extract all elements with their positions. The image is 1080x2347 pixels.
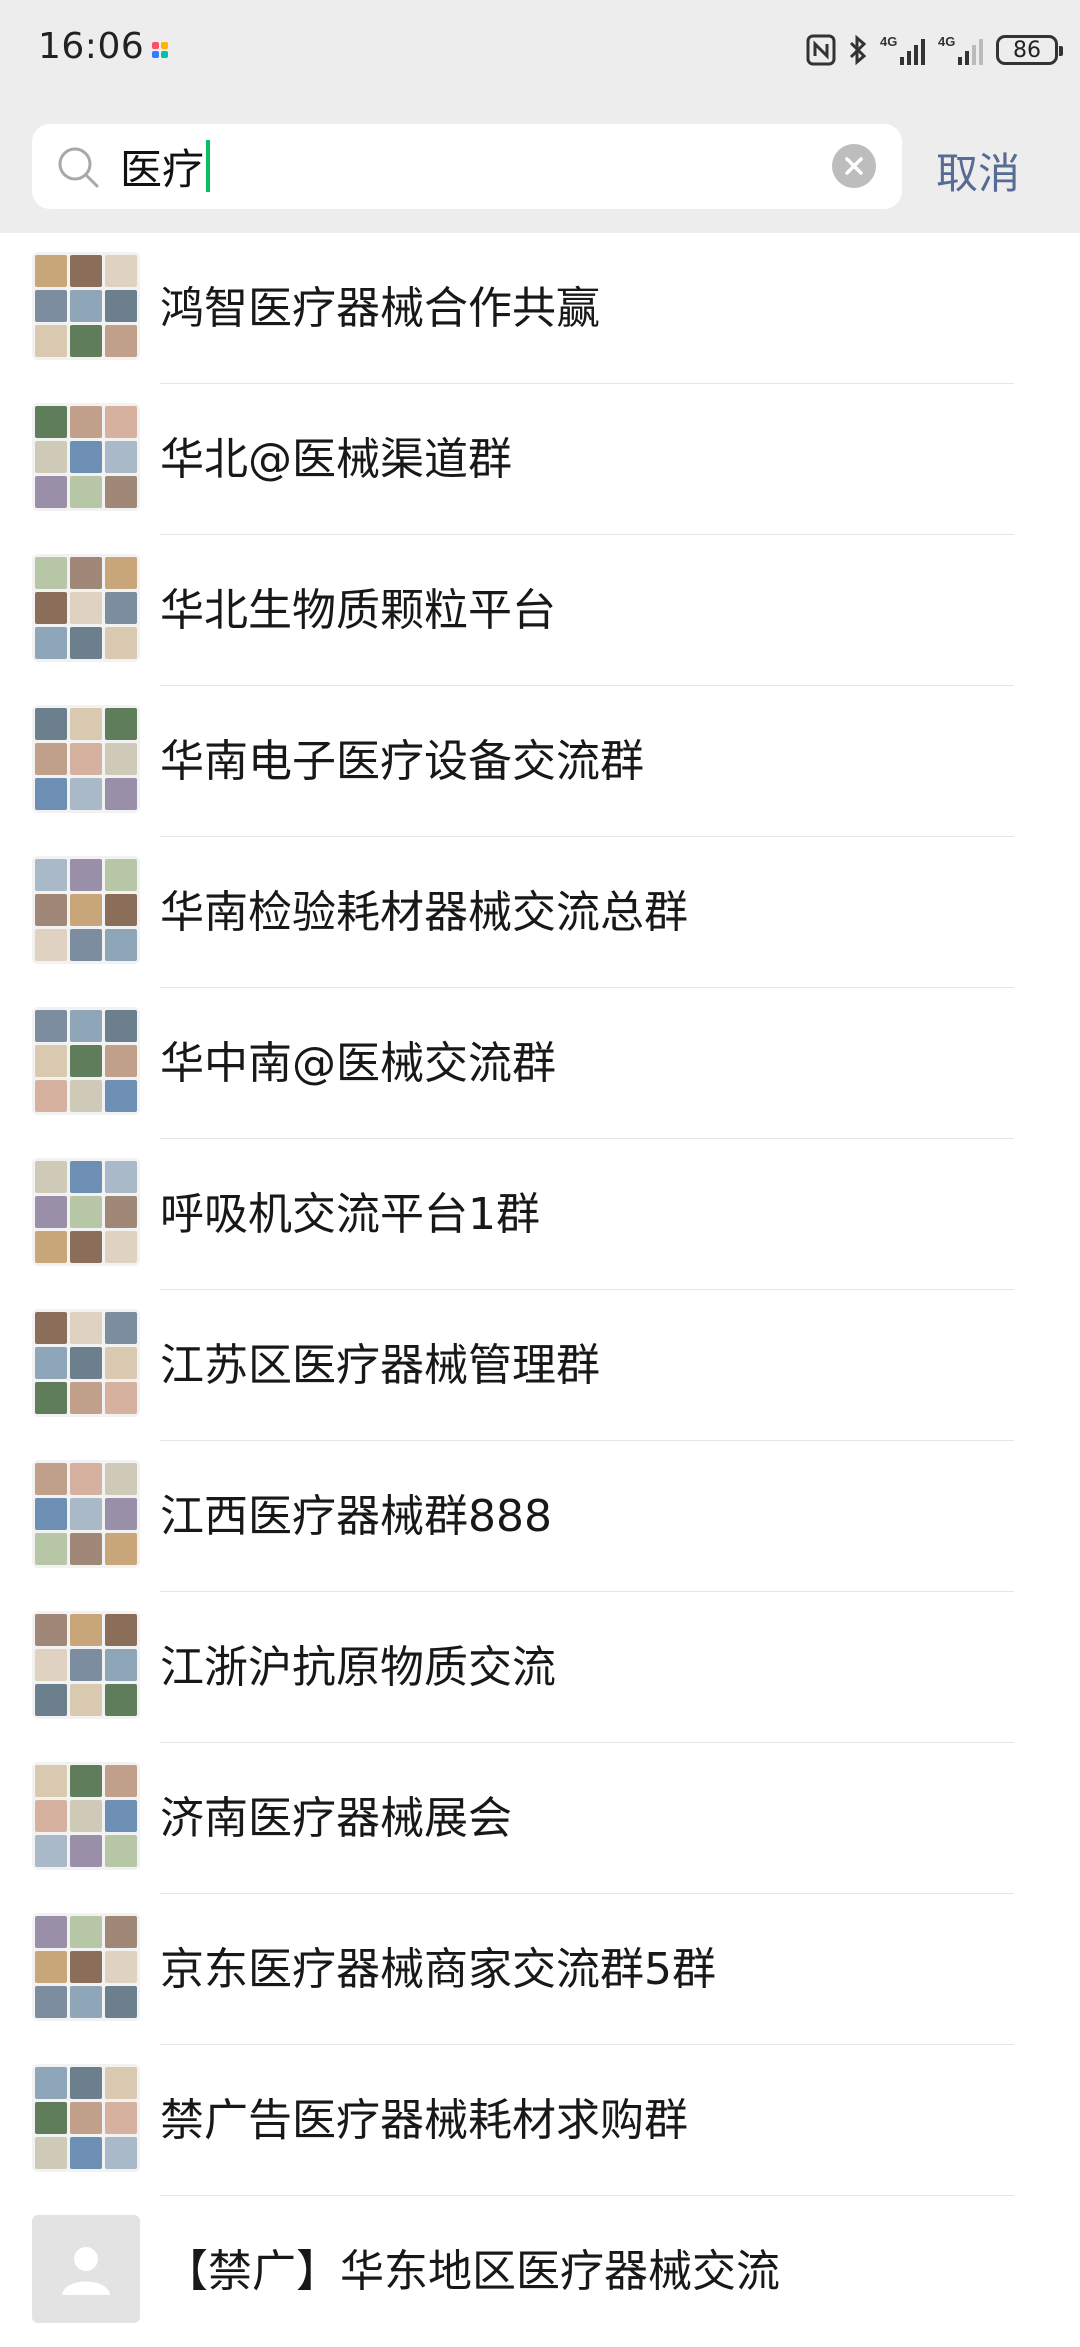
result-name: 华南电子医疗设备交流群 <box>160 736 644 787</box>
search-result-row[interactable]: 华北生物质颗粒平台 <box>0 535 1080 686</box>
group-avatar <box>32 1913 140 2021</box>
result-name: 禁广告医疗器械耗材求购群 <box>160 2095 688 2146</box>
search-query: 医疗 <box>120 144 205 194</box>
bluetooth-icon <box>848 30 868 70</box>
app-notification-icon <box>152 42 168 58</box>
search-result-row[interactable]: 【禁广】华东地区医疗器械交流 <box>0 2196 1080 2347</box>
group-avatar <box>32 554 140 662</box>
group-avatar <box>32 1158 140 1266</box>
group-avatar <box>32 705 140 813</box>
result-name: 华北生物质颗粒平台 <box>160 585 556 636</box>
nfc-icon <box>806 30 836 70</box>
result-name: 呼吸机交流平台1群 <box>160 1189 540 1240</box>
group-avatar <box>32 1762 140 1870</box>
search-result-row[interactable]: 江西医疗器械群888 <box>0 1441 1080 1592</box>
result-name: 济南医疗器械展会 <box>160 1793 512 1844</box>
search-result-row[interactable]: 鸿智医疗器械合作共赢 <box>0 233 1080 384</box>
cancel-button[interactable]: 取消 <box>936 140 1020 201</box>
search-result-row[interactable]: 禁广告医疗器械耗材求购群 <box>0 2045 1080 2196</box>
clear-search-icon[interactable] <box>832 144 876 188</box>
search-result-row[interactable]: 济南医疗器械展会 <box>0 1743 1080 1894</box>
group-avatar <box>32 403 140 511</box>
search-result-row[interactable]: 京东医疗器械商家交流群5群 <box>0 1894 1080 2045</box>
result-name: 华南检验耗材器械交流总群 <box>160 887 688 938</box>
search-result-row[interactable]: 华中南@医械交流群 <box>0 988 1080 1139</box>
group-avatar <box>32 2064 140 2172</box>
result-name: 【禁广】华东地区医疗器械交流 <box>164 2246 780 2297</box>
battery-level: 86 <box>1013 37 1041 63</box>
search-result-row[interactable]: 华南检验耗材器械交流总群 <box>0 837 1080 988</box>
result-name: 华北@医械渠道群 <box>160 434 512 485</box>
signal-icon-1: 4G <box>880 30 926 70</box>
search-result-row[interactable]: 华南电子医疗设备交流群 <box>0 686 1080 837</box>
signal-icon-2: 4G <box>938 30 984 70</box>
group-avatar <box>32 856 140 964</box>
search-bar[interactable]: 医疗 <box>32 124 902 209</box>
status-bar: 16:06 4G 4G 86 <box>0 0 1080 100</box>
result-name: 江苏区医疗器械管理群 <box>160 1340 600 1391</box>
group-avatar <box>32 1007 140 1115</box>
person-icon <box>62 2247 110 2295</box>
search-input[interactable]: 医疗 <box>120 136 820 196</box>
group-avatar <box>32 1309 140 1417</box>
search-result-row[interactable]: 呼吸机交流平台1群 <box>0 1139 1080 1290</box>
default-avatar <box>32 2215 140 2323</box>
clock: 16:06 <box>38 26 145 67</box>
network-type-1: 4G <box>880 34 897 49</box>
battery-icon: 86 <box>996 35 1063 65</box>
group-avatar <box>32 1611 140 1719</box>
search-result-row[interactable]: 华北@医械渠道群 <box>0 384 1080 535</box>
search-result-row[interactable]: 江苏区医疗器械管理群 <box>0 1290 1080 1441</box>
search-results-list: 鸿智医疗器械合作共赢 华北@医械渠道群 华北生物质颗粒平台华南电子医疗设备交流群 华南… <box>0 233 1080 2347</box>
status-icons: 4G 4G 86 <box>806 30 1063 70</box>
search-header: 16:06 4G 4G 86 医疗 取消 <box>0 0 1080 233</box>
network-type-2: 4G <box>938 34 955 49</box>
result-name: 江浙沪抗原物质交流 <box>160 1642 556 1693</box>
group-avatar <box>32 1460 140 1568</box>
text-caret <box>206 140 211 192</box>
result-name: 京东医疗器械商家交流群5群 <box>160 1944 716 1995</box>
group-avatar <box>32 252 140 360</box>
search-icon <box>58 147 99 188</box>
search-result-row[interactable]: 江浙沪抗原物质交流 <box>0 1592 1080 1743</box>
result-name: 鸿智医疗器械合作共赢 <box>160 283 600 334</box>
result-name: 华中南@医械交流群 <box>160 1038 556 1089</box>
result-name: 江西医疗器械群888 <box>160 1491 552 1542</box>
